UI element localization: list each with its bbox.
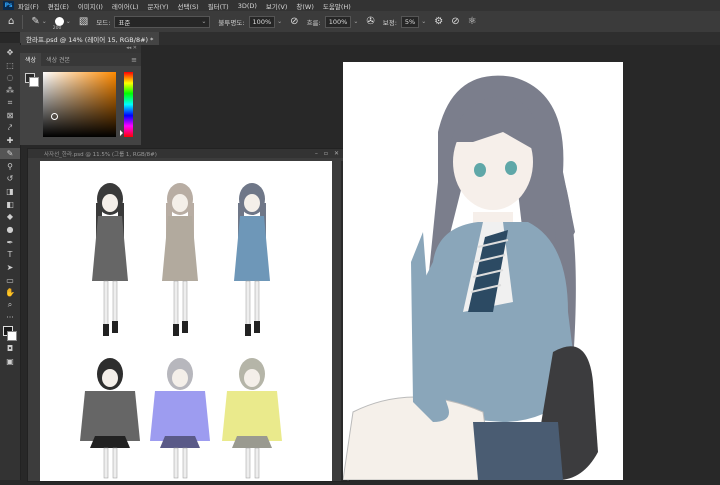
divider: [22, 14, 24, 29]
brush-panel-icon[interactable]: ▧: [79, 16, 88, 27]
floating-window-titlebar[interactable]: 사자선_한라.psd @ 11.5% (그룹 1, RGB/8#) –▫✕: [28, 149, 349, 158]
flow-field[interactable]: 100%: [324, 15, 352, 28]
menu-filter[interactable]: 필터(T): [208, 1, 229, 11]
menu-type[interactable]: 문자(Y): [148, 1, 169, 11]
magic-wand-tool-icon[interactable]: ⁂: [0, 85, 20, 96]
color-panel-tabs: 색상 색상 견본 ≡: [20, 53, 141, 66]
pen-tool-icon[interactable]: ✒: [0, 237, 20, 248]
hand-tool-icon[interactable]: ✋: [0, 287, 20, 298]
floating-document-window: 사자선_한라.psd @ 11.5% (그룹 1, RGB/8#) –▫✕: [27, 148, 350, 482]
mode-label: 모드:: [96, 18, 111, 27]
floating-window-title: 사자선_한라.psd @ 11.5% (그룹 1, RGB/8#): [44, 151, 157, 158]
smoothing-label: 보정:: [382, 18, 397, 27]
zoom-tool-icon[interactable]: ⌕: [0, 300, 20, 311]
menu-help[interactable]: 도움말(H): [323, 1, 351, 11]
tab-color[interactable]: 색상: [20, 53, 42, 66]
brush-size: 200: [52, 26, 62, 31]
brush-tool-icon[interactable]: ✎: [0, 148, 20, 160]
menu-image[interactable]: 이미지(I): [78, 1, 103, 11]
clone-stamp-tool-icon[interactable]: ⚲: [0, 161, 20, 172]
figure-black-dress: [92, 183, 128, 336]
photoshop-logo: Ps: [3, 1, 14, 10]
document-tab-bar: 한라프.psd @ 14% (레이어 15, RGB/8#) *: [20, 32, 720, 45]
panel-menu-icon[interactable]: ≡: [131, 56, 137, 64]
figure-yellow-cardigan: [222, 358, 282, 479]
tab-document[interactable]: 한라프.psd @ 14% (레이어 15, RGB/8#) *: [20, 32, 160, 45]
brush-icon[interactable]: ✎: [31, 16, 39, 27]
menu-3d[interactable]: 3D(D): [238, 2, 257, 10]
chevron-down-icon[interactable]: ⌄: [421, 18, 426, 25]
main-canvas[interactable]: [342, 62, 623, 481]
figure-beige-dress: [162, 183, 198, 336]
figure-row-1: [92, 183, 270, 336]
path-selection-tool-icon[interactable]: ➤: [0, 262, 20, 273]
background-color-swatch[interactable]: [7, 331, 17, 342]
tab-swatches[interactable]: 색상 견본: [41, 53, 75, 66]
figure-row-2: [80, 358, 282, 479]
eraser-tool-icon[interactable]: ◨: [0, 186, 20, 197]
eyedropper-tool-icon[interactable]: ⤤: [0, 123, 20, 134]
more-tools-icon[interactable]: ···: [0, 312, 20, 323]
menu-select[interactable]: 선택(S): [178, 1, 199, 11]
figure-black-cardigan: [80, 358, 140, 479]
panel-background-swatch[interactable]: [29, 77, 39, 87]
menu-layer[interactable]: 레이어(L): [112, 1, 139, 11]
color-swatches[interactable]: [0, 325, 20, 343]
quick-mask-icon[interactable]: ◘: [0, 343, 20, 354]
brush-preset-picker[interactable]: 200: [53, 17, 64, 31]
figure-lavender-cardigan: [150, 358, 210, 479]
color-picker-cursor[interactable]: [51, 113, 58, 120]
chevron-down-icon[interactable]: ⌄: [353, 18, 358, 25]
chevron-down-icon[interactable]: ⌄: [42, 18, 47, 25]
gear-icon[interactable]: ⚙: [434, 16, 443, 27]
flow-label: 흐름:: [306, 18, 321, 27]
home-icon[interactable]: ⌂: [8, 16, 14, 27]
type-tool-icon[interactable]: T: [0, 249, 20, 260]
pressure-icon[interactable]: ⊘: [290, 16, 298, 27]
mode-select[interactable]: 표준 ⌄: [114, 15, 211, 28]
main-artwork: [342, 75, 598, 481]
move-tool-icon[interactable]: ✥: [0, 47, 20, 58]
mode-value: 표준: [118, 18, 131, 27]
hue-slider[interactable]: [120, 72, 133, 137]
options-bar: ⌂ ✎ ⌄ 200 ⌄ ▧ 모드: 표준 ⌄ 불투명도: 100% ⌄ ⊘ 흐름…: [0, 11, 720, 33]
screen-mode-icon[interactable]: ▣: [0, 356, 20, 367]
shape-tool-icon[interactable]: ▭: [0, 275, 20, 286]
menu-bar: Ps 파일(F) 편집(E) 이미지(I) 레이어(L) 문자(Y) 선택(S)…: [0, 0, 720, 11]
flow-value: 100%: [328, 17, 348, 26]
panel-collapse-button[interactable]: ◂◂ ✕: [20, 45, 141, 53]
marquee-tool-icon[interactable]: ⬚: [0, 60, 20, 71]
symmetry-icon[interactable]: ⚛: [468, 16, 477, 27]
lasso-tool-icon[interactable]: ◌: [0, 72, 20, 83]
history-brush-tool-icon[interactable]: ↺: [0, 173, 20, 184]
opacity-value: 100%: [252, 17, 272, 26]
chevron-down-icon[interactable]: ⌄: [277, 18, 282, 25]
menu-view[interactable]: 보기(V): [266, 1, 287, 11]
airbrush-icon[interactable]: ✇: [366, 16, 374, 27]
blur-tool-icon[interactable]: ◆: [0, 211, 20, 222]
healing-brush-tool-icon[interactable]: ✚: [0, 135, 20, 146]
tools-panel: ✥ ⬚ ◌ ⁂ ⌗ ⊠ ⤤ ✚ ✎ ⚲ ↺ ◨ ◧ ◆ ● ✒ T ➤ ▭ ✋ …: [0, 43, 21, 480]
window-controls[interactable]: –▫✕: [315, 150, 345, 157]
hue-slider-handle[interactable]: [120, 130, 123, 136]
figure-blue-dress: [234, 183, 270, 336]
character-sheet-canvas[interactable]: [40, 161, 332, 481]
crop-tool-icon[interactable]: ⌗: [0, 98, 20, 109]
pressure-icon[interactable]: ⊘: [451, 16, 459, 27]
opacity-field[interactable]: 100%: [248, 15, 276, 28]
smoothing-field[interactable]: 5%: [400, 15, 420, 28]
opacity-label: 불투명도:: [218, 18, 245, 27]
dodge-tool-icon[interactable]: ●: [0, 224, 20, 235]
menu-edit[interactable]: 편집(E): [48, 1, 69, 11]
menu-file[interactable]: 파일(F): [18, 1, 39, 11]
chevron-down-icon: ⌄: [201, 18, 207, 25]
saturation-value-picker[interactable]: [43, 72, 116, 137]
chevron-down-icon[interactable]: ⌄: [66, 18, 71, 25]
frame-tool-icon[interactable]: ⊠: [0, 110, 20, 121]
color-panel: ◂◂ ✕ 색상 색상 견본 ≡: [20, 45, 141, 145]
character-sheet-artwork: [80, 183, 282, 479]
smoothing-value: 5%: [404, 17, 416, 26]
gradient-tool-icon[interactable]: ◧: [0, 199, 20, 210]
menu-window[interactable]: 창(W): [296, 1, 313, 11]
